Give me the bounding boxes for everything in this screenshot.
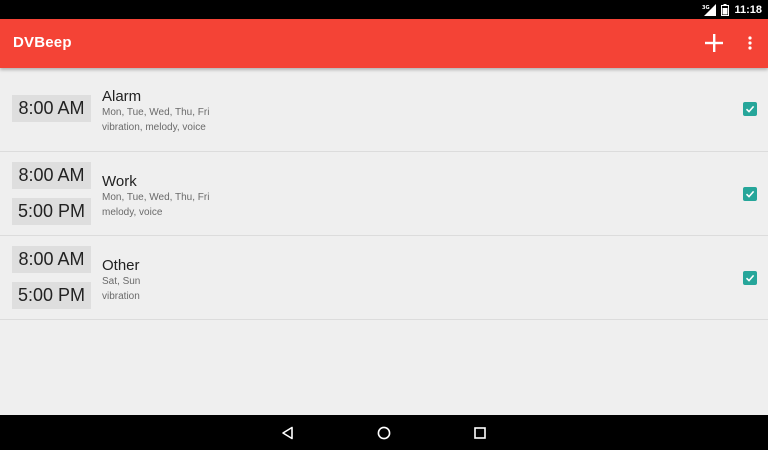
alarm-enabled-checkbox[interactable]: [743, 271, 757, 285]
recents-button[interactable]: [470, 423, 490, 443]
alarm-time-2[interactable]: 5:00 PM: [12, 282, 91, 309]
alarm-days: Mon, Tue, Wed, Thu, Fri: [102, 107, 210, 118]
alarm-row-other[interactable]: 8:00 AM 5:00 PM Other Sat, Sun vibration: [0, 236, 768, 320]
alarm-days: Mon, Tue, Wed, Thu, Fri: [102, 192, 210, 203]
app-bar: DVBeep: [0, 19, 768, 68]
alarm-enabled-checkbox[interactable]: [743, 187, 757, 201]
status-time: 11:18: [734, 3, 762, 16]
check-icon: [745, 274, 755, 282]
overflow-menu-button[interactable]: [740, 31, 760, 55]
alarm-name: Other: [102, 257, 140, 274]
back-icon: [282, 426, 293, 440]
recents-icon: [474, 427, 486, 439]
system-nav-bar: [0, 415, 768, 450]
alarm-days: Sat, Sun: [102, 276, 141, 287]
add-alarm-button[interactable]: [700, 29, 728, 57]
alarm-time-2[interactable]: 5:00 PM: [12, 198, 91, 225]
alarm-time-1[interactable]: 8:00 AM: [12, 95, 91, 122]
check-icon: [745, 105, 755, 113]
home-icon: [377, 426, 391, 440]
alarm-options: vibration, melody, voice: [102, 122, 206, 133]
status-bar: 3G 11:18: [0, 0, 768, 19]
alarm-list: 8:00 AM Alarm Mon, Tue, Wed, Thu, Fri vi…: [0, 68, 768, 320]
alarm-name: Alarm: [102, 88, 142, 105]
alarm-options: melody, voice: [102, 207, 163, 218]
back-button[interactable]: [278, 423, 298, 443]
alarm-enabled-checkbox[interactable]: [743, 102, 757, 116]
alarm-time-1[interactable]: 8:00 AM: [12, 246, 91, 273]
app-screen: 3G 11:18 DVBeep 8:00 AM Alarm Mon, Tue, …: [0, 0, 768, 450]
signal-label: 3G: [702, 5, 710, 11]
alarm-options: vibration: [102, 291, 140, 302]
signal-icon: 3G: [702, 3, 717, 16]
app-title: DVBeep: [13, 34, 72, 51]
alarm-name: Work: [102, 173, 137, 190]
check-icon: [745, 190, 755, 198]
alarm-time-1[interactable]: 8:00 AM: [12, 162, 91, 189]
alarm-row-work[interactable]: 8:00 AM 5:00 PM Work Mon, Tue, Wed, Thu,…: [0, 152, 768, 236]
overflow-menu-icon: [748, 36, 752, 50]
add-icon: [705, 34, 723, 52]
home-button[interactable]: [374, 423, 394, 443]
alarm-row-alarm[interactable]: 8:00 AM Alarm Mon, Tue, Wed, Thu, Fri vi…: [0, 68, 768, 152]
battery-icon: [721, 3, 730, 16]
